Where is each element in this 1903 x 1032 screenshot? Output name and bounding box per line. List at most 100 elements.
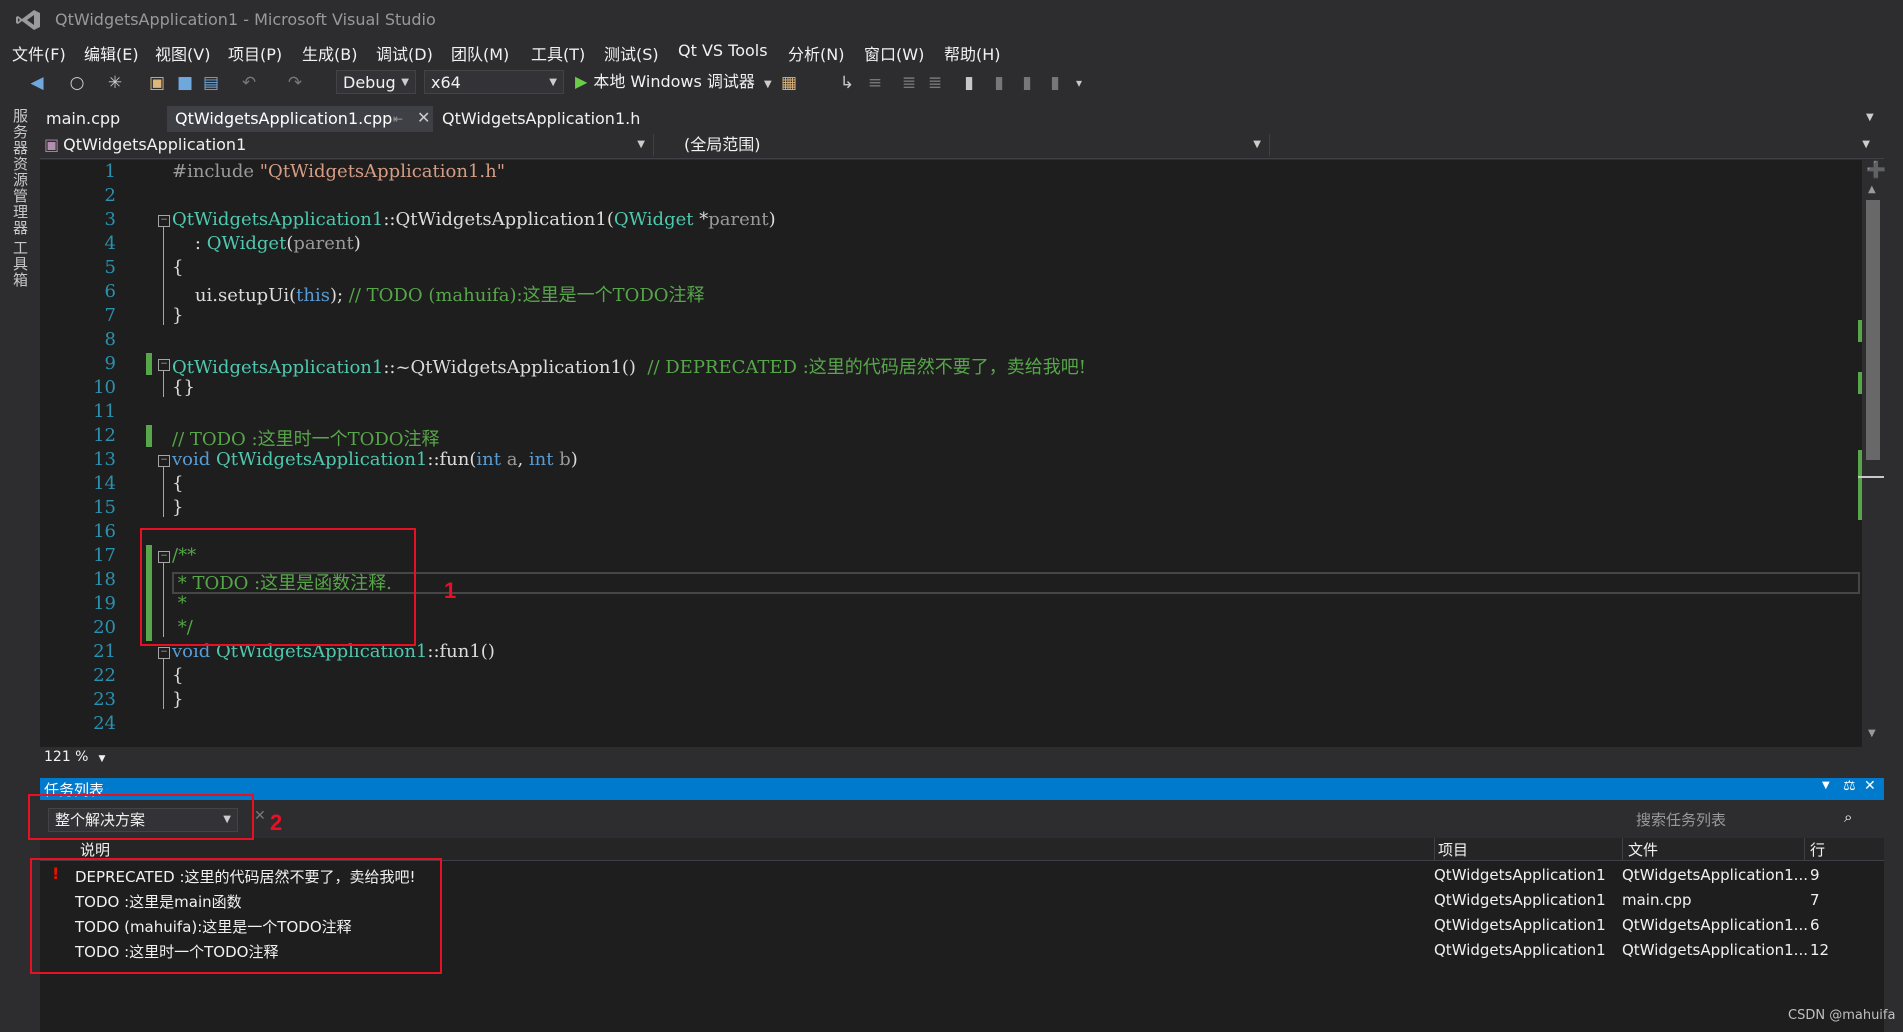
next-bookmark-icon[interactable]: ▮: [1016, 72, 1038, 94]
forward-icon[interactable]: ○: [66, 72, 88, 94]
clear-filter-icon[interactable]: ✕: [254, 808, 266, 824]
fold-toggle-icon[interactable]: −: [158, 647, 170, 659]
column-divider[interactable]: [1804, 838, 1805, 860]
indent-icon[interactable]: ≡: [864, 72, 886, 94]
prev-bookmark-icon[interactable]: ▮: [988, 72, 1010, 94]
project-icon: ▣: [44, 135, 60, 154]
clear-bookmarks-icon[interactable]: ▮: [1044, 72, 1066, 94]
global-scope-select[interactable]: (全局范围) ▼: [664, 134, 1270, 156]
redo-icon[interactable]: ↷: [284, 72, 306, 94]
column-line[interactable]: 行: [1810, 839, 1825, 860]
line-number: 18: [93, 569, 116, 590]
save-all-icon[interactable]: ▤: [200, 72, 222, 94]
line-number: 8: [104, 329, 116, 350]
toolbar-overflow-icon[interactable]: ▾: [1068, 72, 1090, 94]
chevron-down-icon: ▼: [549, 77, 557, 88]
line-number: 14: [93, 473, 116, 494]
line-number: 22: [93, 665, 116, 686]
new-project-icon[interactable]: ✳: [104, 72, 126, 94]
line-number: 15: [93, 497, 116, 518]
code-line: {}: [172, 377, 195, 398]
save-icon[interactable]: ■: [174, 72, 196, 94]
menu-project[interactable]: 项目(P): [228, 41, 282, 65]
tab-list-dropdown-icon[interactable]: ▼: [1866, 112, 1874, 123]
comment-icon[interactable]: ≣: [898, 72, 920, 94]
line-number: 9: [104, 353, 116, 374]
fold-toggle-icon[interactable]: −: [158, 455, 170, 467]
configuration-select[interactable]: Debug ▼: [336, 70, 416, 94]
annotation-box-2: [28, 794, 254, 840]
task-line: 12: [1810, 941, 1830, 959]
close-icon[interactable]: ✕: [417, 108, 430, 127]
search-icon[interactable]: ⌕: [1844, 808, 1852, 826]
menu-team[interactable]: 团队(M): [451, 41, 509, 65]
menu-help[interactable]: 帮助(H): [944, 41, 1001, 65]
tab-qtwidgetsapplication1-cpp[interactable]: QtWidgetsApplication1.cpp ⇤: [167, 106, 433, 132]
change-marker: [146, 353, 152, 375]
close-panel-icon[interactable]: ✕: [1864, 778, 1876, 794]
platform-select[interactable]: x64 ▼: [424, 70, 564, 94]
step-icon[interactable]: ↳: [836, 72, 858, 94]
line-number: 5: [104, 257, 116, 278]
line-number: 10: [93, 377, 116, 398]
back-icon[interactable]: ◀: [26, 72, 48, 94]
fold-toggle-icon[interactable]: −: [158, 359, 170, 371]
menu-tools[interactable]: 工具(T): [531, 41, 585, 65]
pin-icon[interactable]: ⇤: [393, 106, 403, 132]
bookmark-icon[interactable]: ▮: [958, 72, 980, 94]
menu-debug[interactable]: 调试(D): [376, 41, 433, 65]
project-scope-select[interactable]: ▣ QtWidgetsApplication1 ▼: [44, 134, 654, 156]
zoom-select[interactable]: 121 % ▼: [44, 749, 105, 765]
uncomment-icon[interactable]: ≣: [924, 72, 946, 94]
start-debugging-button[interactable]: ▶ 本地 Windows 调试器 ▼: [575, 70, 772, 94]
task-file: QtWidgetsApplication1...: [1622, 941, 1808, 959]
fold-toggle-icon[interactable]: −: [158, 215, 170, 227]
column-project[interactable]: 项目: [1438, 839, 1468, 860]
code-line: QtWidgetsApplication1::QtWidgetsApplicat…: [172, 209, 776, 230]
column-file[interactable]: 文件: [1628, 839, 1658, 860]
line-number: 21: [93, 641, 116, 662]
scroll-up-icon[interactable]: ▲: [1868, 184, 1876, 195]
code-line: : QWidget(parent): [172, 233, 361, 254]
play-icon: ▶: [575, 72, 588, 91]
menu-analyze[interactable]: 分析(N): [788, 41, 844, 65]
task-line: 9: [1810, 866, 1820, 884]
menu-build[interactable]: 生成(B): [302, 41, 357, 65]
server-explorer-tab[interactable]: 服务器资源管理器: [10, 108, 31, 236]
annotation-number-1: 1: [444, 578, 457, 603]
task-file: main.cpp: [1622, 891, 1692, 909]
line-number: 20: [93, 617, 116, 638]
line-number: 13: [93, 449, 116, 470]
column-divider[interactable]: [1434, 838, 1435, 860]
line-number: 11: [93, 401, 116, 422]
menu-qt-vs-tools[interactable]: Qt VS Tools: [678, 41, 768, 60]
scrollbar-thumb[interactable]: [1866, 200, 1880, 460]
fold-guide: [163, 659, 164, 709]
platform-value: x64: [431, 73, 461, 92]
scroll-down-icon[interactable]: ▼: [1868, 728, 1876, 739]
panel-dropdown-icon[interactable]: ▼: [1822, 780, 1830, 791]
split-editor-icon[interactable]: ➕: [1866, 160, 1886, 179]
toolbox-tab[interactable]: 工具箱: [10, 240, 31, 288]
member-select[interactable]: ▼: [1278, 134, 1878, 156]
line-number: 6: [104, 281, 116, 302]
line-number: 4: [104, 233, 116, 254]
pin-icon[interactable]: ⚖: [1843, 778, 1856, 794]
menu-view[interactable]: 视图(V): [155, 41, 210, 65]
menu-test[interactable]: 测试(S): [604, 41, 659, 65]
line-number: 3: [104, 209, 116, 230]
code-line: {: [172, 257, 184, 278]
line-number: 1: [104, 161, 116, 182]
column-divider[interactable]: [1622, 838, 1623, 860]
open-folder-icon[interactable]: ▣: [146, 72, 168, 94]
undo-icon[interactable]: ↶: [238, 72, 260, 94]
tab-main-cpp[interactable]: main.cpp: [38, 106, 128, 132]
column-description[interactable]: 说明: [80, 839, 110, 860]
menu-edit[interactable]: 编辑(E): [84, 41, 139, 65]
tab-qtwidgetsapplication1-h[interactable]: QtWidgetsApplication1.h: [434, 106, 648, 132]
menu-file[interactable]: 文件(F): [12, 41, 66, 65]
attach-process-icon[interactable]: ▦: [778, 72, 800, 94]
right-tool-rail: [1884, 104, 1903, 1032]
menu-window[interactable]: 窗口(W): [864, 41, 924, 65]
chevron-down-icon: ▼: [637, 139, 645, 150]
